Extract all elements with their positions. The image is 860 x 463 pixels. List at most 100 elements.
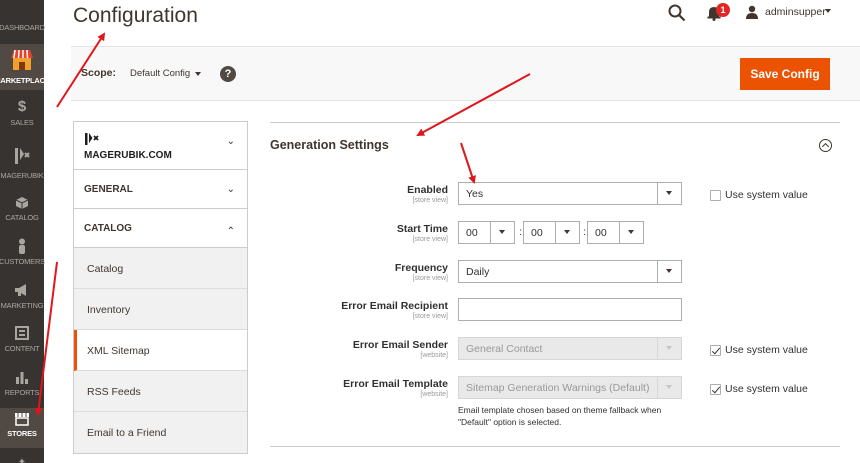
chevron-up-icon: ⌃ (226, 226, 235, 237)
chevron-down-icon[interactable] (825, 9, 831, 13)
page-title: Configuration (73, 4, 198, 27)
marketing-icon (15, 284, 26, 296)
admin-sidebar: Dashboard Marketplace $ Sales Magerubik (0, 0, 50, 463)
scope-switcher[interactable]: Default Config (130, 68, 190, 79)
marketplace-icon (11, 49, 33, 70)
start-time-second-value: 00 (595, 227, 607, 239)
nav-label-content: Content (4, 344, 40, 353)
stores-icon (15, 413, 29, 426)
error-email-sender-use-system-checkbox[interactable] (710, 345, 721, 356)
chevron-down-icon (657, 183, 681, 204)
sales-icon: $ (17, 98, 27, 115)
chevron-down-icon (490, 222, 514, 243)
user-name[interactable]: adminsupper (765, 6, 826, 18)
nav-label-marketing: Marketing (0, 301, 44, 310)
error-email-template-use-system-checkbox[interactable] (710, 384, 721, 395)
save-config-button[interactable]: Save Config (740, 58, 830, 90)
content-icon (15, 326, 29, 340)
tab-rss-feeds-label: RSS Feeds (87, 386, 141, 398)
start-time-second-select[interactable]: 00 (587, 221, 644, 244)
tab-group-general[interactable]: GENERAL ⌄ (74, 170, 247, 209)
chevron-down-icon (657, 377, 681, 398)
tab-group-catalog[interactable]: CATALOG ⌃ (74, 209, 247, 248)
start-time-label: Start Time (396, 223, 448, 235)
error-email-sender-use-system-label: Use system value (725, 344, 808, 356)
chevron-down-icon: ⌄ (226, 184, 235, 195)
notification-count-badge: 1 (716, 3, 730, 17)
start-time-scope: [store view] (412, 236, 448, 243)
chevron-down-icon (619, 222, 643, 243)
nav-item-dashboard[interactable]: Dashboard (0, 0, 45, 44)
error-email-sender-value: General Contact (466, 343, 543, 355)
scope-bar: Scope: Default Config ? Save Config (71, 46, 860, 101)
nav-item-marketplace[interactable]: Marketplace (0, 44, 50, 90)
enabled-scope: [store view] (412, 197, 448, 204)
time-separator: : (583, 226, 586, 238)
scope-chevron-down-icon[interactable] (195, 72, 201, 76)
tab-rss-feeds[interactable]: RSS Feeds (74, 371, 247, 412)
enabled-select[interactable]: Yes (458, 182, 682, 205)
admin-app: Dashboard Marketplace $ Sales Magerubik (0, 0, 860, 463)
nav-item-customers[interactable]: Customers (0, 236, 45, 276)
enabled-use-system-checkbox[interactable] (710, 190, 721, 201)
section-title[interactable]: Generation Settings (270, 138, 389, 152)
help-icon[interactable]: ? (220, 66, 236, 82)
nav-label-marketplace: Marketplace (0, 76, 50, 85)
error-email-template-select[interactable]: Sitemap Generation Warnings (Default) (458, 376, 682, 399)
tab-xml-sitemap[interactable]: XML Sitemap (74, 330, 247, 371)
tab-group-general-label: GENERAL (84, 184, 133, 195)
chevron-down-icon (657, 338, 681, 359)
nav-item-more[interactable]: ✦ (0, 452, 44, 463)
tab-inventory[interactable]: Inventory (74, 289, 247, 330)
tab-group-catalog-label: CATALOG (84, 223, 132, 234)
chevron-down-icon (555, 222, 579, 243)
tab-xml-sitemap-label: XML Sitemap (87, 345, 150, 357)
enabled-label: Enabled (407, 184, 448, 196)
error-email-recipient-scope: [store view] (412, 313, 448, 320)
error-email-template-note: Email template chosen based on theme fal… (458, 405, 662, 427)
magerubik-icon (15, 148, 30, 164)
tab-catalog-label: Catalog (87, 263, 124, 275)
nav-item-magerubik[interactable]: Magerubik (0, 143, 44, 187)
frequency-label: Frequency (394, 262, 448, 274)
nav-item-sales[interactable]: $ Sales (0, 98, 44, 138)
generation-settings-section: Generation Settings Enabled [store view]… (270, 122, 840, 447)
error-email-template-scope: [website] (420, 391, 448, 398)
error-email-sender-label: Error Email Sender (352, 339, 448, 351)
error-email-template-value: Sitemap Generation Warnings (Default) (466, 382, 650, 394)
config-tabs: MAGERUBIK.COM ⌄ GENERAL ⌄ CATALOG ⌃ Cata… (73, 121, 248, 454)
collapse-toggle-icon[interactable] (819, 139, 832, 152)
nav-label-customers: Customers (0, 257, 45, 266)
error-email-recipient-label: Error Email Recipient (341, 300, 448, 312)
reports-icon (16, 372, 28, 384)
error-email-template-use-system-label: Use system value (725, 383, 808, 395)
nav-label-dashboard: Dashboard (0, 23, 45, 32)
magerubik-logo-icon (85, 133, 99, 145)
enabled-select-value: Yes (466, 188, 484, 200)
tab-catalog[interactable]: Catalog (74, 248, 247, 289)
tab-email-to-a-friend[interactable]: Email to a Friend (74, 412, 247, 453)
error-email-sender-select[interactable]: General Contact (458, 337, 682, 360)
tab-email-to-a-friend-label: Email to a Friend (87, 427, 167, 439)
search-icon[interactable] (668, 4, 686, 22)
enabled-use-system-label: Use system value (725, 189, 808, 201)
tab-group-magerubik-label: MAGERUBIK.COM (84, 150, 172, 161)
chevron-down-icon: ⌄ (226, 136, 235, 147)
frequency-select[interactable]: Daily (458, 260, 682, 283)
nav-item-stores[interactable]: Stores (0, 408, 44, 448)
user-icon[interactable] (745, 5, 759, 19)
nav-item-content[interactable]: Content (0, 323, 44, 363)
time-separator: : (519, 226, 522, 238)
nav-item-catalog[interactable]: Catalog (0, 193, 44, 233)
nav-item-reports[interactable]: Reports (0, 367, 44, 407)
nav-label-catalog: Catalog (5, 213, 39, 222)
start-time-hour-select[interactable]: 00 (458, 221, 515, 244)
nav-label-stores: Stores (7, 429, 37, 438)
customers-icon (19, 238, 25, 254)
start-time-minute-select[interactable]: 00 (523, 221, 580, 244)
tab-group-magerubik[interactable]: MAGERUBIK.COM ⌄ (74, 122, 247, 170)
start-time-minute-value: 00 (531, 227, 543, 239)
error-email-recipient-input[interactable] (458, 298, 682, 321)
frequency-scope: [store view] (412, 275, 448, 282)
nav-item-marketing[interactable]: Marketing (0, 280, 44, 320)
